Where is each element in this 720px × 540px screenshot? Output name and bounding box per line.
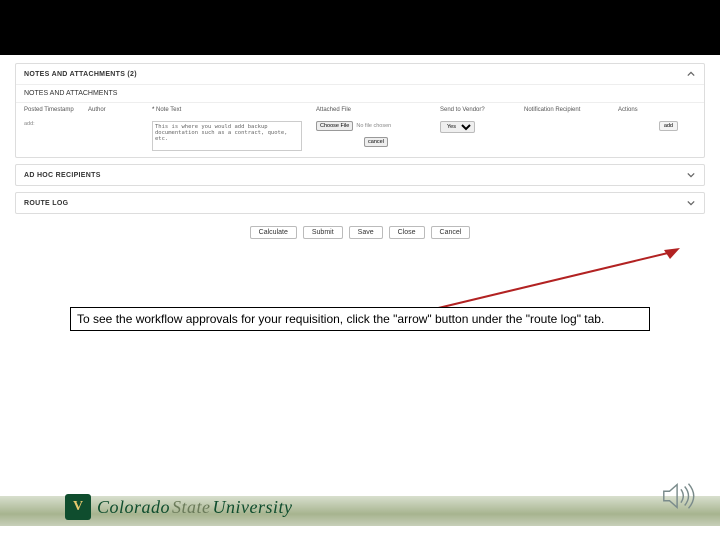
note-text-input[interactable]: [152, 121, 302, 151]
csu-logo: V ColoradoStateUniversity: [65, 494, 293, 520]
speaker-icon: [660, 481, 698, 516]
annotation-text: To see the workflow approvals for your r…: [77, 312, 604, 326]
panel-title: ROUTE LOG: [24, 200, 68, 207]
col-attached-file: Attached File: [316, 107, 436, 113]
chevron-down-icon[interactable]: [686, 170, 696, 180]
app-area: NOTES AND ATTACHMENTS (2) NOTES AND ATTA…: [0, 55, 720, 241]
choose-file-button[interactable]: Choose File: [316, 121, 353, 131]
chevron-up-icon[interactable]: [686, 69, 696, 79]
cancel-button[interactable]: Cancel: [431, 226, 471, 239]
cancel-attachment-button[interactable]: cancel: [364, 137, 388, 147]
ad-hoc-header[interactable]: AD HOC RECIPIENTS: [16, 165, 704, 185]
actions-row: Calculate Submit Save Close Cancel: [15, 220, 705, 241]
notes-table: Posted Timestamp Author Note Text Attach…: [16, 102, 704, 157]
col-send-to-vendor: Send to Vendor?: [440, 107, 520, 113]
footer: V ColoradoStateUniversity: [0, 478, 720, 526]
table-row: add: Choose File No file chosen cancel: [16, 117, 704, 157]
ad-hoc-recipients-panel: AD HOC RECIPIENTS: [15, 164, 705, 186]
route-log-panel: ROUTE LOG: [15, 192, 705, 214]
add-note-button[interactable]: add: [659, 121, 678, 131]
no-file-label: No file chosen: [356, 123, 391, 129]
panel-title: NOTES AND ATTACHMENTS (2): [24, 71, 137, 78]
notes-attachments-subheading: NOTES AND ATTACHMENTS: [16, 84, 704, 102]
chevron-down-icon[interactable]: [686, 198, 696, 208]
table-header-row: Posted Timestamp Author Note Text Attach…: [16, 103, 704, 117]
save-button[interactable]: Save: [349, 226, 383, 239]
annotation-arrow-icon: [420, 245, 680, 315]
annotation-callout: To see the workflow approvals for your r…: [70, 307, 650, 331]
col-posted: Posted Timestamp: [24, 107, 84, 113]
route-log-header[interactable]: ROUTE LOG: [16, 193, 704, 213]
submit-button[interactable]: Submit: [303, 226, 343, 239]
col-notification-recipient: Notification Recipient: [524, 107, 614, 113]
slide-top-bar: [0, 0, 720, 55]
ram-mark-icon: V: [65, 494, 91, 520]
col-note-text: Note Text: [152, 107, 312, 113]
panel-title: AD HOC RECIPIENTS: [24, 172, 101, 179]
close-button[interactable]: Close: [389, 226, 425, 239]
add-row-label: add:: [24, 121, 84, 127]
notes-attachments-header[interactable]: NOTES AND ATTACHMENTS (2): [16, 64, 704, 84]
col-author: Author: [88, 107, 148, 113]
notes-attachments-panel: NOTES AND ATTACHMENTS (2) NOTES AND ATTA…: [15, 63, 705, 158]
logo-text: ColoradoStateUniversity: [97, 497, 293, 518]
send-to-vendor-select[interactable]: Yes: [440, 121, 475, 133]
calculate-button[interactable]: Calculate: [250, 226, 297, 239]
col-actions: Actions: [618, 107, 678, 113]
